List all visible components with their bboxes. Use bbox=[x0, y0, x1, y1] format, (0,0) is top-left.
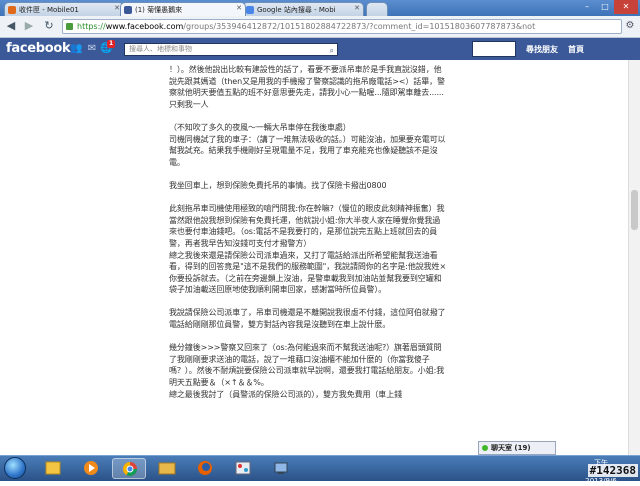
browser-toolbar: ◀ ▶ ↻ https://www.facebook.com/groups/35… bbox=[0, 16, 640, 38]
media-player-icon[interactable] bbox=[74, 458, 108, 479]
post-paragraph: 總之最後我討了（員警派的保險公司派的），雙方我免費用（車上錢 bbox=[169, 389, 402, 399]
facebook-favicon-icon bbox=[124, 6, 132, 14]
post-paragraph: 總之我後來還是請保險公司派車過來，又打了電話給派出所希望能幫我送油看看，得到的回… bbox=[169, 250, 447, 295]
post-paragraph: （不知吹了多久的夜風～一輛大吊車停在我後車處） bbox=[169, 122, 351, 132]
new-tab-button[interactable] bbox=[366, 2, 388, 16]
post-paragraph: 此刻拖吊車司機使用極致的嗆門問我:你在幹嘛?（慢位的眼皮此刻精神振奮）我當然跟他… bbox=[169, 204, 445, 248]
notification-badge: 1 bbox=[107, 40, 116, 48]
minimize-button[interactable]: – bbox=[578, 0, 596, 14]
find-friends-link[interactable]: 尋找朋友 bbox=[526, 44, 558, 55]
page-scrollbar[interactable] bbox=[628, 60, 640, 455]
browser-tab-strip: 收件匣 - Mobile01 ✕ (1) 菊懂愚鵝來 ✕ Google 站內搜尋… bbox=[0, 0, 640, 16]
main-content: ！）。然後他說出比較有建設性的話了，看要不要派吊車於是手我直說沒錯，他說先跟其媽… bbox=[0, 60, 640, 455]
network-icon[interactable] bbox=[264, 458, 298, 479]
tab-facebook-group[interactable]: (1) 菊懂愚鵝來 ✕ bbox=[120, 2, 246, 16]
mobile01-favicon-icon bbox=[8, 6, 16, 14]
folder-icon[interactable] bbox=[150, 458, 184, 479]
friend-requests-icon[interactable]: 👥 bbox=[70, 43, 82, 55]
facebook-logo[interactable]: facebook bbox=[6, 41, 71, 56]
chat-sidebar-button[interactable]: 聊天室 (19) bbox=[478, 441, 556, 455]
lock-icon bbox=[66, 23, 73, 30]
image-id-watermark: #142368 bbox=[587, 464, 638, 477]
forward-button[interactable]: ▶ bbox=[22, 19, 36, 33]
reload-button[interactable]: ↻ bbox=[42, 19, 56, 33]
facebook-header: facebook 👥 ✉ 🌐 1 搜尋人、地標和事物 ⌕ 尋找朋友 首頁 bbox=[0, 38, 640, 61]
close-tab-icon[interactable]: ✕ bbox=[236, 4, 242, 12]
post-paragraph: 我說請保險公司派車了，吊車司機還是不離開說我很虛不付錢，這位阿伯就撥了電話給剛剛… bbox=[169, 308, 446, 330]
wrench-icon[interactable]: ⚙ bbox=[624, 20, 636, 32]
profile-avatar[interactable] bbox=[472, 41, 516, 57]
windows-taskbar: 下午 09:09 2013/9/6 bbox=[0, 455, 640, 485]
close-tab-icon[interactable]: ✕ bbox=[354, 4, 360, 12]
windows-explorer-icon[interactable] bbox=[36, 458, 70, 479]
firefox-icon[interactable] bbox=[188, 458, 222, 479]
tab-google-search[interactable]: Google 站內搜尋 - Mobi ✕ bbox=[242, 2, 364, 16]
search-icon[interactable]: ⌕ bbox=[330, 45, 334, 56]
close-window-button[interactable]: ✕ bbox=[614, 0, 638, 14]
tab-mobile01-inbox[interactable]: 收件匣 - Mobile01 ✕ bbox=[4, 2, 124, 16]
search-input[interactable]: 搜尋人、地標和事物 ⌕ bbox=[124, 43, 338, 56]
scrollbar-thumb[interactable] bbox=[631, 190, 638, 230]
post-paragraph: 司機同機試了我的車子：（講了一堆無法吸收的話。）可能沒油，加果要充電可以幫我試充… bbox=[169, 134, 446, 167]
google-favicon-icon bbox=[246, 6, 254, 14]
chrome-icon[interactable] bbox=[112, 458, 146, 479]
messages-icon[interactable]: ✉ bbox=[86, 43, 98, 55]
paint-icon[interactable] bbox=[226, 458, 260, 479]
online-status-icon bbox=[482, 445, 488, 451]
home-link[interactable]: 首頁 bbox=[568, 44, 584, 55]
group-post-body: ！）。然後他說出比較有建設性的話了，看要不要派吊車於是手我直說沒錯，他說先跟其媽… bbox=[169, 64, 447, 400]
start-button[interactable] bbox=[4, 457, 26, 479]
post-paragraph: 幾分鐘後>>>警察又回來了（os:為何能過來而不幫我送油呢?）旗著眉頭質問了我剛… bbox=[169, 343, 445, 388]
address-bar[interactable]: https://www.facebook.com/groups/35394641… bbox=[62, 19, 622, 34]
post-paragraph: ！）。然後他說出比較有建設性的話了，看要不要派吊車於是手我直說沒錯，他說先跟其媽… bbox=[169, 65, 445, 109]
maximize-button[interactable]: □ bbox=[596, 0, 614, 14]
post-paragraph: 我坐回車上，想到保險免費托吊的事情。找了保險卡撥出0800 bbox=[169, 180, 387, 190]
back-button[interactable]: ◀ bbox=[4, 19, 18, 33]
